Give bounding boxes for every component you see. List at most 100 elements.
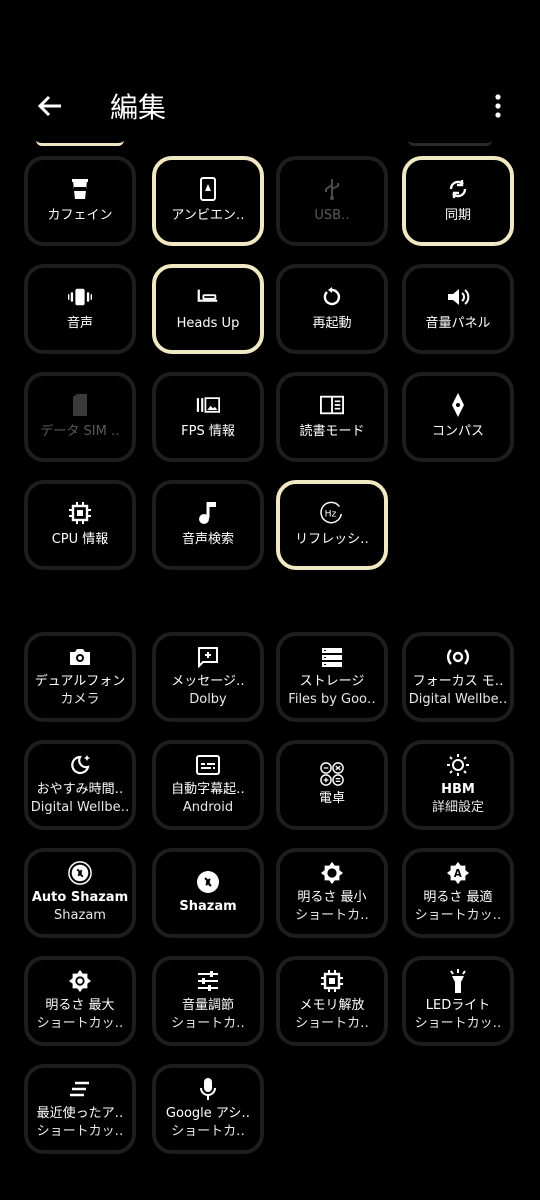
tile-sublabel: ショートカッ‥ [414,908,502,923]
sliders-icon [196,969,220,993]
tile-shazam[interactable]: Shazam [152,848,264,938]
tile-bedtime[interactable]: おやすみ時間‥ Digital Wellbe‥ [24,740,136,830]
refresh-rate-icon: Hz [320,501,344,525]
tile-volume-adjust[interactable]: 音量調節 ショートカ‥ [152,956,264,1046]
tile-recent-apps[interactable]: 最近使ったア‥ ショートカッ‥ [24,1064,136,1154]
tile-sublabel: ショートカッ‥ [414,1016,502,1031]
scrolled-tile-edge [36,140,124,146]
tile-sublabel: ショートカ‥ [295,908,369,923]
storage-icon [320,645,344,669]
tile-led-light[interactable]: LEDライト ショートカッ‥ [402,956,514,1046]
music-note-icon [196,501,220,525]
tile-label: HBM [441,782,475,797]
tile-sublabel: Digital Wellbe‥ [30,800,130,815]
arrow-back-icon [37,95,63,117]
heads-up-icon [196,285,220,309]
tile-sublabel: ショートカッ‥ [36,1016,124,1031]
tile-restart[interactable]: 再起動 [276,264,388,354]
tile-label: ストレージ [299,674,365,689]
mic-icon [196,1077,220,1101]
tile-compass[interactable]: コンパス [402,372,514,462]
fps-icon [196,393,220,417]
tile-refresh-rate[interactable]: Hz リフレッシ‥ [276,480,388,570]
tile-label: Heads Up [176,316,240,331]
tile-message[interactable]: メッセージ‥ Dolby [152,632,264,722]
tile-label: LEDライト [425,998,491,1013]
tile-label: アンビエン‥ [171,208,245,223]
tile-sound[interactable]: 音声 [24,264,136,354]
tile-label: Auto Shazam [31,890,129,905]
tile-label: 音量パネル [425,316,491,331]
tile-brightness-max[interactable]: 明るさ 最大 ショートカッ‥ [24,956,136,1046]
tile-label: おやすみ時間‥ [36,782,124,797]
brightness-high-icon [68,969,92,993]
tile-sublabel: Shazam [54,908,106,923]
more-options-button[interactable] [486,90,510,122]
tile-label: 音量調節 [181,998,234,1013]
cpu-icon [68,501,92,525]
bedtime-icon [68,753,92,777]
tile-label: 明るさ 最適 [423,890,493,905]
tile-label: リフレッシ‥ [295,532,369,547]
back-button[interactable] [30,88,70,124]
tile-live-caption[interactable]: 自動字幕起‥ Android [152,740,264,830]
tile-auto-shazam[interactable]: Auto Shazam Shazam [24,848,136,938]
tile-sync[interactable]: 同期 [402,156,514,246]
tile-sublabel: ショートカ‥ [171,1124,245,1139]
tile-focus-mode[interactable]: フォーカス モ‥ Digital Wellbe‥ [402,632,514,722]
restart-icon [320,285,344,309]
tile-reading-mode[interactable]: 読書モード [276,372,388,462]
scrolled-tile-edge [408,140,492,146]
tile-label: Shazam [179,899,237,914]
tile-ambient[interactable]: アンビエン‥ [152,156,264,246]
tile-heads-up[interactable]: Heads Up [152,264,264,354]
tile-label: 読書モード [299,424,365,439]
tile-label: カフェイン [47,208,113,223]
tile-cpu-info[interactable]: CPU 情報 [24,480,136,570]
tile-volume-panel[interactable]: 音量パネル [402,264,514,354]
tile-sublabel: ショートカ‥ [171,1016,245,1031]
tile-sublabel: Files by Goo‥ [288,692,376,707]
tile-brightness-min[interactable]: 明るさ 最小 ショートカ‥ [276,848,388,938]
message-add-icon [196,645,220,669]
sim-card-icon [68,393,92,417]
tile-label: 同期 [444,208,471,223]
tile-storage[interactable]: ストレージ Files by Goo‥ [276,632,388,722]
tile-sublabel: カメラ [60,692,100,707]
svg-text:A: A [454,869,462,880]
shazam-auto-icon [68,861,92,885]
tile-hbm[interactable]: HBM 詳細設定 [402,740,514,830]
tile-label: 再起動 [312,316,352,331]
tile-free-memory[interactable]: メモリ解放 ショートカ‥ [276,956,388,1046]
tile-label: メモリ解放 [299,998,365,1013]
reading-mode-icon [320,393,344,417]
page-title: 編集 [110,91,167,124]
tile-usb[interactable]: USB‥ [276,156,388,246]
tile-label: 電卓 [318,791,345,806]
tile-sublabel: Digital Wellbe‥ [408,692,508,707]
memory-icon [320,969,344,993]
tile-sublabel: ショートカッ‥ [36,1124,124,1139]
tile-label: 明るさ 最小 [297,890,367,905]
tile-brightness-auto[interactable]: A 明るさ 最適 ショートカッ‥ [402,848,514,938]
vibrate-icon [68,285,92,309]
brightness-auto-icon: A [446,861,470,885]
volume-icon [446,285,470,309]
app-header: 編集 [0,64,540,144]
camera-icon [68,645,92,669]
tile-label: 音声検索 [181,532,234,547]
tile-label: デュアルフォン [34,674,126,689]
tile-google-assistant[interactable]: Google アシ‥ ショートカ‥ [152,1064,264,1154]
tile-dual-camera[interactable]: デュアルフォン カメラ [24,632,136,722]
usb-icon [320,177,344,201]
brightness-low-icon [320,861,344,885]
tile-voice-search[interactable]: 音声検索 [152,480,264,570]
tile-sublabel: Android [182,800,234,815]
tile-label: フォーカス モ‥ [412,674,504,689]
tile-calculator[interactable]: 電卓 [276,740,388,830]
tile-label: メッセージ‥ [171,674,245,689]
calculator-icon [320,762,344,786]
tile-data-sim[interactable]: データ SIM ‥ [24,372,136,462]
tile-caffeine[interactable]: カフェイン [24,156,136,246]
tile-fps[interactable]: FPS 情報 [152,372,264,462]
